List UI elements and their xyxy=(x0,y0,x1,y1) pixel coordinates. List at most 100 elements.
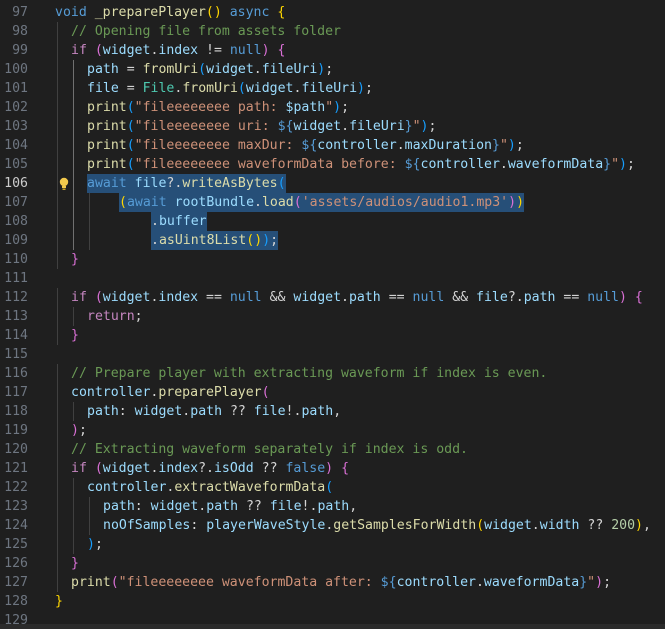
code-token: } xyxy=(491,138,500,153)
code-token: "fileeeeeeee maxDur: xyxy=(134,138,302,153)
line-number: 103 xyxy=(4,119,28,134)
indent-guide xyxy=(57,326,58,345)
code-token: file xyxy=(253,404,286,419)
code-token: ?? xyxy=(253,461,286,476)
code-token: fromUri xyxy=(182,81,238,96)
code-line[interactable]: 108 .buffer xyxy=(0,212,665,231)
code-token: if xyxy=(71,43,87,58)
code-line[interactable]: 120 // Extracting waveform separately if … xyxy=(0,440,665,459)
code-line[interactable]: 127 print("fileeeeeeee waveformData after… xyxy=(0,573,665,592)
lightbulb-icon[interactable] xyxy=(58,177,70,191)
code-line[interactable]: 126} xyxy=(0,554,665,573)
code-token: preparePlayer xyxy=(158,385,262,400)
indent-guide xyxy=(89,516,90,535)
code-line[interactable]: 102 print("fileeeeeeee path: $path"); xyxy=(0,98,665,117)
indent-guide xyxy=(73,79,74,98)
code-line[interactable]: 98 // Opening file from assets folder xyxy=(0,22,665,41)
code-text: await file?.writeAsBytes( xyxy=(87,174,286,193)
code-editor[interactable]: 97 void _preparePlayer() async {98// Open… xyxy=(0,0,665,629)
code-token: " xyxy=(611,157,620,172)
code-token: . xyxy=(341,119,350,134)
code-token: : xyxy=(190,518,207,533)
code-token: ( xyxy=(126,119,135,134)
code-text: controller.preparePlayer( xyxy=(71,383,270,402)
code-token: , xyxy=(643,518,651,533)
indent-guide xyxy=(57,41,58,60)
indent-guide xyxy=(57,421,58,440)
code-line[interactable]: 101 file = File.fromUri(widget.fileUri); xyxy=(0,79,665,98)
indent-guide xyxy=(57,136,58,155)
code-line[interactable]: 113 return; xyxy=(0,307,665,326)
indent-guide xyxy=(57,155,58,174)
line-number: 125 xyxy=(4,537,28,552)
line-number: 110 xyxy=(4,252,28,267)
code-token: ( xyxy=(94,290,103,305)
code-token: fromUri xyxy=(142,62,199,77)
code-token: path xyxy=(87,62,119,77)
line-number: 104 xyxy=(4,138,28,153)
code-token: !. xyxy=(285,404,302,419)
code-line[interactable]: 128} xyxy=(0,592,665,611)
code-text: .asUint8List()); xyxy=(151,231,279,250)
code-line[interactable]: 114} xyxy=(0,326,665,345)
code-line[interactable]: 107 (await rootBundle.load('assets/audios… xyxy=(0,193,665,212)
code-line[interactable]: 115 xyxy=(0,345,665,364)
indent-guide xyxy=(73,497,74,516)
line-number: 105 xyxy=(4,157,28,172)
code-token: ${ xyxy=(277,119,294,134)
code-token: load xyxy=(261,195,294,210)
code-line[interactable]: 119); xyxy=(0,421,665,440)
code-line[interactable]: 104 print("fileeeeeeee maxDur: ${controll… xyxy=(0,136,665,155)
code-line[interactable]: 124 noOfSamples: playerWaveStyle. getSampl… xyxy=(0,516,665,535)
code-line[interactable]: 123 path: widget.path ?? file!.path, xyxy=(0,497,665,516)
indent-guide xyxy=(57,402,58,421)
code-token: ( xyxy=(198,62,207,77)
code-token: return xyxy=(87,309,135,324)
code-token: . xyxy=(341,290,349,305)
code-line[interactable]: 103 print("fileeeeeeee uri: ${widget.file… xyxy=(0,117,665,136)
code-text: controller.extractWaveformData( xyxy=(87,478,333,497)
code-token: ; xyxy=(78,423,87,438)
code-text: } xyxy=(71,250,79,269)
code-text: } xyxy=(71,554,79,573)
code-token: if xyxy=(71,461,87,476)
code-token: widget xyxy=(102,461,151,476)
code-line[interactable]: 116 // Prepare player with extracting wav… xyxy=(0,364,665,383)
code-line[interactable]: 99 if (widget.index != null) { xyxy=(0,41,665,60)
code-token: asUint8List xyxy=(158,233,247,248)
code-token: path xyxy=(103,499,135,514)
indent-guide xyxy=(57,79,58,98)
code-line[interactable]: 105 print("fileeeeeeee waveformData befor… xyxy=(0,155,665,174)
indent-guide xyxy=(73,212,74,231)
code-text: print("fileeeeeeee maxDur: ${controller.… xyxy=(87,136,524,155)
indent-guide xyxy=(57,212,58,231)
code-token: ( xyxy=(126,100,135,115)
code-token: , xyxy=(349,499,358,514)
code-line[interactable]: 100 path = fromUri(widget.fileUri); xyxy=(0,60,665,79)
code-line[interactable]: 125); xyxy=(0,535,665,554)
code-token: " xyxy=(412,119,421,134)
code-token: getSamplesForWidth xyxy=(333,518,477,533)
code-line[interactable]: 112 if (widget.index == null && widget.pa… xyxy=(0,288,665,307)
code-line[interactable]: 117 controller.preparePlayer( xyxy=(0,383,665,402)
code-line[interactable]: 122 controller.extractWaveformData( xyxy=(0,478,665,497)
code-token: ${ xyxy=(380,575,397,590)
indent-guide xyxy=(73,98,74,117)
code-token: ; xyxy=(603,575,612,590)
code-token: maxDuration xyxy=(404,138,492,153)
code-line[interactable]: 97 void _preparePlayer() async { xyxy=(0,3,665,22)
code-token: 200 xyxy=(611,518,636,533)
code-line[interactable]: 106 await file?.writeAsBytes( xyxy=(0,174,665,193)
code-token: file xyxy=(476,290,508,305)
code-line[interactable]: 109 .asUint8List()); xyxy=(0,231,665,250)
code-line[interactable]: 121 if (widget.index?.isOdd ?? false) { xyxy=(0,459,665,478)
indent-guide xyxy=(73,307,74,326)
code-line[interactable]: 110} xyxy=(0,250,665,269)
line-number: 127 xyxy=(4,575,28,590)
code-token: path xyxy=(523,290,556,305)
code-token: ${ xyxy=(404,157,421,172)
code-line[interactable]: 118 path: widget.path ?? file!.path, xyxy=(0,402,665,421)
code-line[interactable]: 111 xyxy=(0,269,665,288)
code-token: widget xyxy=(206,62,254,77)
